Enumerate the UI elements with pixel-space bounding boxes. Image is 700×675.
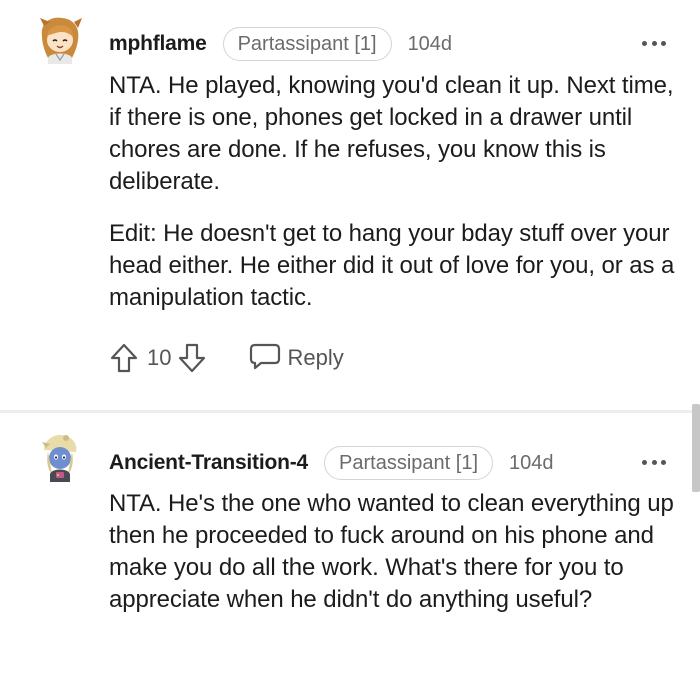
avatar[interactable] bbox=[36, 432, 84, 482]
comment: mphflame Partassipant [1] 104d NTA. He p… bbox=[0, 0, 700, 410]
username[interactable]: mphflame bbox=[109, 32, 207, 56]
comment-body-paragraph: NTA. He's the one who wanted to clean ev… bbox=[109, 490, 674, 613]
comment-body-paragraph: NTA. He played, knowing you'd clean it u… bbox=[109, 72, 674, 195]
reply-icon bbox=[249, 341, 281, 376]
comment-divider bbox=[0, 410, 700, 413]
comment-age: 104d bbox=[407, 32, 453, 55]
avatar[interactable] bbox=[36, 14, 84, 64]
comment-meta: Ancient-Transition-4 Partassipant [1] 10… bbox=[109, 445, 700, 481]
comment: Ancient-Transition-4 Partassipant [1] 10… bbox=[0, 414, 700, 675]
user-flair: Partassipant [1] bbox=[324, 446, 493, 480]
reply-button[interactable]: Reply bbox=[249, 341, 344, 376]
scrollbar[interactable] bbox=[692, 404, 700, 492]
downvote-icon[interactable] bbox=[177, 342, 207, 374]
comment-actions: 10 Reply bbox=[109, 340, 344, 376]
username[interactable]: Ancient-Transition-4 bbox=[109, 451, 308, 475]
comment-age: 104d bbox=[509, 451, 554, 474]
upvote-icon[interactable] bbox=[109, 342, 139, 374]
vote-count: 10 bbox=[147, 345, 172, 370]
more-options-icon[interactable] bbox=[642, 33, 666, 53]
more-options-icon[interactable] bbox=[642, 452, 666, 472]
comment-meta: mphflame Partassipant [1] 104d bbox=[109, 26, 700, 62]
user-flair: Partassipant [1] bbox=[222, 27, 392, 61]
reply-label: Reply bbox=[287, 345, 344, 370]
comment-body-paragraph: Edit: He doesn't get to hang your bday s… bbox=[109, 220, 675, 311]
